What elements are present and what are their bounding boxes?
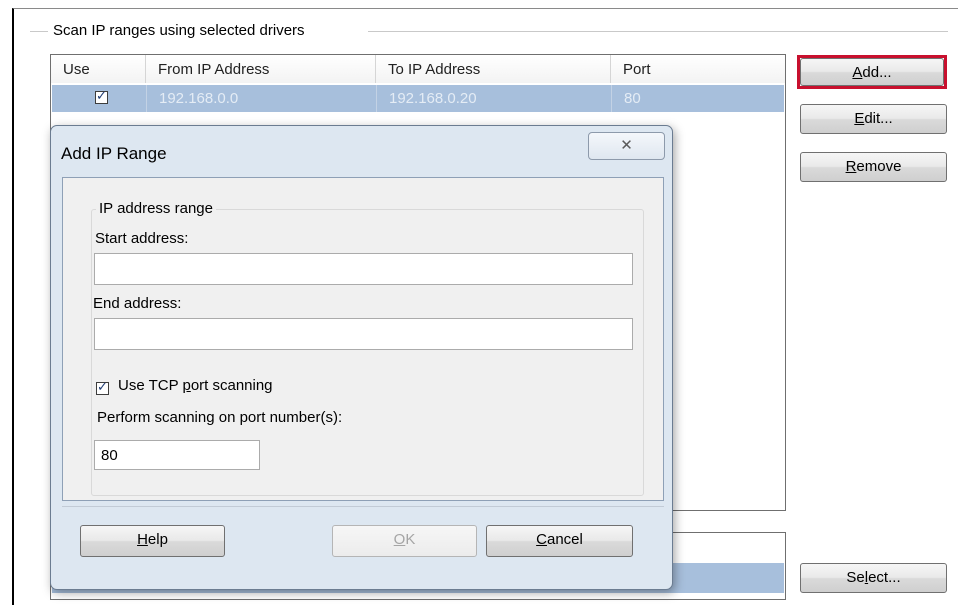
check-mark-icon: ✓ <box>97 378 108 394</box>
column-header-from[interactable]: From IP Address <box>146 55 376 83</box>
remove-button[interactable]: Remove <box>800 152 947 182</box>
end-address-label: End address: <box>93 295 182 312</box>
dialog-separator <box>62 506 664 507</box>
use-cell: ✓ <box>52 85 147 112</box>
list-header: Use From IP Address To IP Address Port <box>51 55 785 83</box>
ok-button[interactable]: OK <box>332 525 477 557</box>
to-ip-cell: 192.168.0.20 <box>377 85 612 112</box>
check-mark-icon: ✓ <box>96 88 107 103</box>
column-header-port[interactable]: Port <box>611 55 785 83</box>
close-icon: ✕ <box>620 137 633 154</box>
group-line-right <box>368 31 948 32</box>
port-number-input[interactable] <box>94 440 260 470</box>
column-header-use[interactable]: Use <box>51 55 146 83</box>
table-row[interactable]: ✓ 192.168.0.0 192.168.0.20 80 <box>52 85 784 112</box>
tcp-scan-checkbox[interactable]: ✓ <box>96 379 109 396</box>
port-number-label: Perform scanning on port number(s): <box>97 409 343 426</box>
select-button[interactable]: Select... <box>800 563 947 593</box>
group-line-left <box>30 31 48 32</box>
port-cell: 80 <box>624 90 641 107</box>
help-button[interactable]: Help <box>80 525 225 557</box>
tcp-checkbox-box[interactable]: ✓ <box>96 378 109 395</box>
edit-button[interactable]: Edit... <box>800 104 947 134</box>
dialog-title: Add IP Range <box>61 144 167 163</box>
add-ip-range-dialog: Add IP Range ✕ IP address range Start ad… <box>50 125 673 590</box>
start-address-label: Start address: <box>95 230 189 247</box>
start-address-input[interactable] <box>94 253 633 285</box>
add-button-highlight <box>797 55 947 89</box>
dialog-body: IP address range Start address: End addr… <box>62 177 664 501</box>
use-checkbox[interactable]: ✓ <box>95 88 108 104</box>
close-button[interactable]: ✕ <box>588 132 665 160</box>
end-address-input[interactable] <box>94 318 633 350</box>
column-header-to[interactable]: To IP Address <box>376 55 611 83</box>
tcp-scan-label[interactable]: Use TCP port scanning <box>118 377 273 394</box>
group-legend: IP address range <box>96 200 216 217</box>
group-title: Scan IP ranges using selected drivers <box>50 22 308 39</box>
cancel-button[interactable]: Cancel <box>486 525 633 557</box>
from-ip-cell: 192.168.0.0 <box>147 85 377 112</box>
